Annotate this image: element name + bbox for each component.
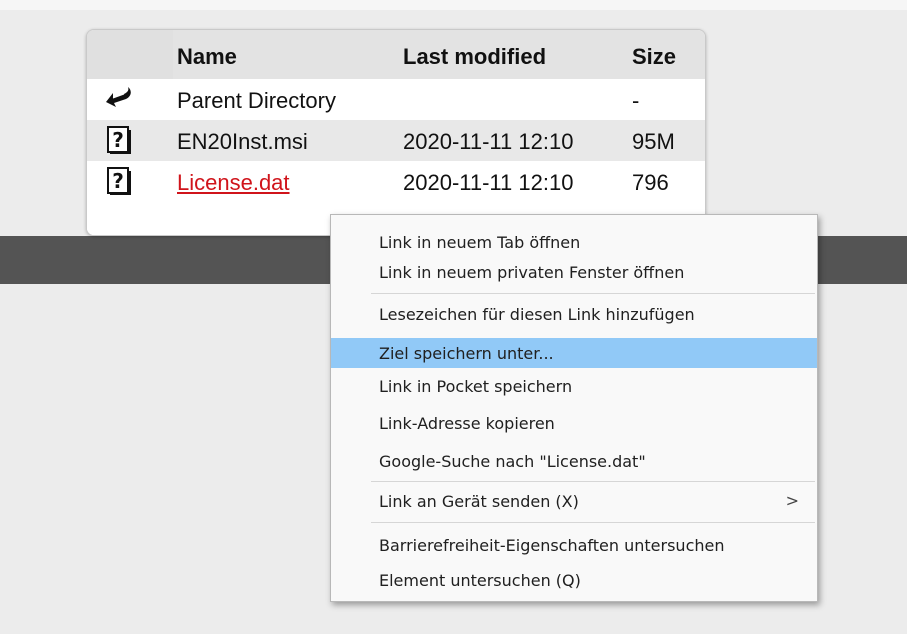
- icon-cell: [87, 79, 173, 120]
- menu-item-label: Link in neuem Tab öffnen: [379, 233, 581, 252]
- menu-item-label: Link in neuem privaten Fenster öffnen: [379, 263, 685, 282]
- svg-text:?: ?: [112, 128, 124, 152]
- menu-item-add-bookmark[interactable]: Lesezeichen für diesen Link hinzufügen: [331, 299, 817, 329]
- link-context-menu: Link in neuem Tab öffnen Link in neuem p…: [330, 214, 818, 602]
- browser-top-strip: [0, 0, 907, 10]
- menu-separator: [371, 522, 815, 523]
- last-modified-column-header[interactable]: Last modified: [403, 44, 546, 70]
- name-column-header[interactable]: Name: [177, 44, 237, 70]
- menu-item-label: Element untersuchen (Q): [379, 571, 581, 590]
- svg-text:?: ?: [112, 169, 124, 193]
- menu-separator: [371, 481, 815, 482]
- menu-item-open-private-window[interactable]: Link in neuem privaten Fenster öffnen: [331, 257, 817, 287]
- menu-item-save-link-as[interactable]: Ziel speichern unter...: [331, 338, 817, 368]
- menu-item-label: Link-Adresse kopieren: [379, 414, 555, 433]
- size-cell: 95M: [632, 129, 675, 154]
- modified-cell: 2020-11-11 12:10: [403, 129, 574, 154]
- menu-item-label: Link in Pocket speichern: [379, 377, 573, 396]
- unknown-file-icon: ?: [107, 126, 131, 154]
- menu-separator: [371, 293, 815, 294]
- menu-item-copy-link[interactable]: Link-Adresse kopieren: [331, 408, 817, 438]
- table-header-row: Name Last modified Size: [87, 30, 705, 79]
- menu-item-label: Lesezeichen für diesen Link hinzufügen: [379, 305, 695, 324]
- menu-item-inspect-element[interactable]: Element untersuchen (Q): [331, 565, 817, 595]
- size-cell: 796: [632, 170, 669, 195]
- back-arrow-icon: [106, 87, 131, 107]
- file-link-en20inst[interactable]: EN20Inst.msi: [177, 129, 308, 155]
- menu-item-label: Google-Suche nach "License.dat": [379, 452, 646, 471]
- size-cell: -: [632, 88, 640, 113]
- menu-item-label: Barrierefreiheit-Eigenschaften untersuch…: [379, 536, 725, 555]
- size-column-header[interactable]: Size: [632, 44, 676, 70]
- icon-column-header: [87, 30, 173, 79]
- menu-item-label: Link an Gerät senden (X): [379, 492, 579, 511]
- menu-item-google-search[interactable]: Google-Suche nach "License.dat": [331, 446, 817, 476]
- menu-item-inspect-accessibility[interactable]: Barrierefreiheit-Eigenschaften untersuch…: [331, 530, 817, 560]
- menu-item-label: Ziel speichern unter...: [379, 344, 554, 363]
- parent-directory-link[interactable]: Parent Directory: [177, 88, 336, 114]
- chevron-right-icon: >: [785, 491, 799, 510]
- modified-cell: 2020-11-11 12:10: [403, 170, 574, 195]
- table-row: ? EN20Inst.msi 2020-11-11 12:10 95M: [87, 120, 705, 161]
- menu-item-save-to-pocket[interactable]: Link in Pocket speichern: [331, 371, 817, 401]
- unknown-file-icon: ?: [107, 167, 131, 195]
- directory-listing-table: Name Last modified Size Parent Directory…: [86, 29, 706, 236]
- menu-item-open-new-tab[interactable]: Link in neuem Tab öffnen: [331, 227, 817, 257]
- menu-item-send-to-device[interactable]: Link an Gerät senden (X) >: [331, 486, 817, 516]
- icon-cell: ?: [87, 120, 173, 161]
- table-row: Parent Directory -: [87, 79, 705, 120]
- icon-cell: ?: [87, 161, 173, 235]
- file-link-license[interactable]: License.dat: [177, 170, 290, 196]
